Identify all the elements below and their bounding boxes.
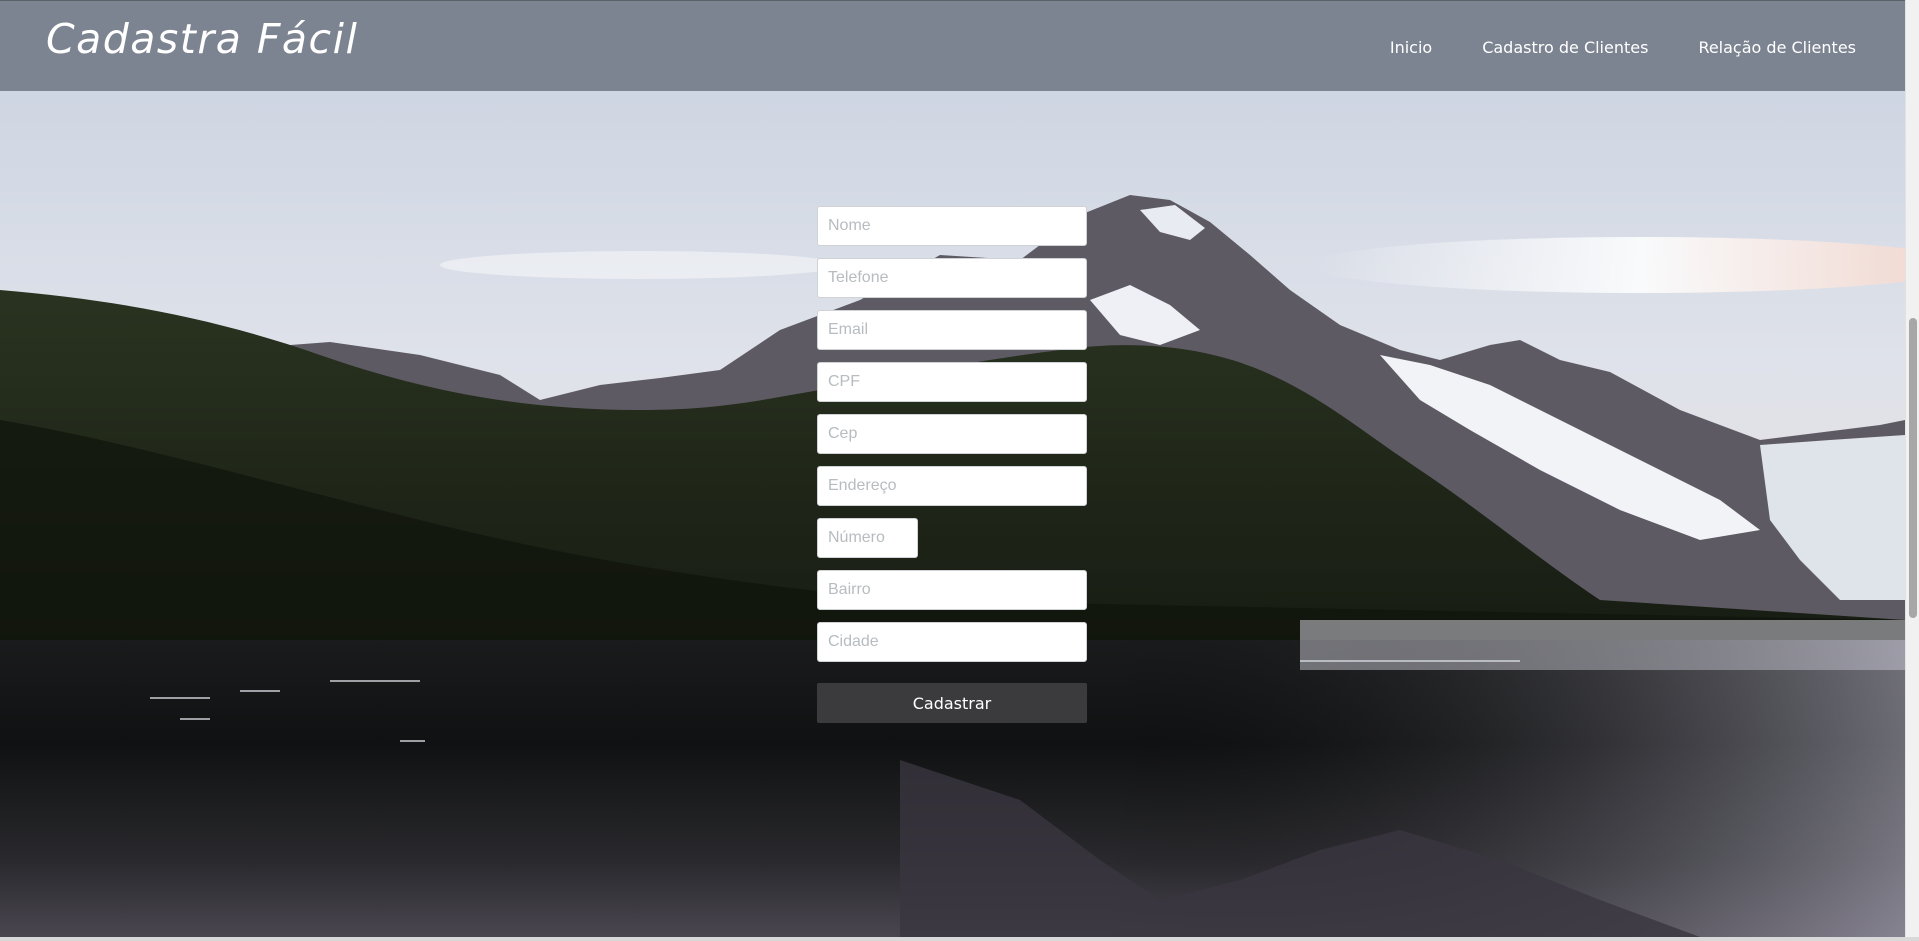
nav-link-cadastro-de-clientes[interactable]: Cadastro de Clientes (1482, 38, 1648, 58)
email-input[interactable] (817, 310, 1087, 350)
telefone-input[interactable] (817, 258, 1087, 298)
cep-input[interactable] (817, 414, 1087, 454)
cidade-input[interactable] (817, 622, 1087, 662)
vertical-scrollbar[interactable] (1905, 0, 1919, 937)
nav-link-inicio[interactable]: Inicio (1390, 38, 1432, 58)
nome-input[interactable] (817, 206, 1087, 246)
bottom-edge (0, 937, 1919, 941)
main-nav: Inicio Cadastro de Clientes Relação de C… (1390, 38, 1856, 58)
top-navbar: Cadastra Fácil Inicio Cadastro de Client… (0, 0, 1905, 91)
cpf-input[interactable] (817, 362, 1087, 402)
bairro-input[interactable] (817, 570, 1087, 610)
brand-logo-text[interactable]: Cadastra Fácil (46, 19, 358, 60)
numero-input[interactable] (817, 518, 918, 558)
scrollbar-thumb[interactable] (1909, 318, 1917, 618)
cadastrar-button[interactable]: Cadastrar (817, 683, 1087, 723)
endereco-input[interactable] (817, 466, 1087, 506)
page: Cadastra Fácil Inicio Cadastro de Client… (0, 0, 1905, 937)
client-registration-form: Cadastrar (817, 206, 1087, 723)
nav-link-relacao-de-clientes[interactable]: Relação de Clientes (1698, 38, 1856, 58)
